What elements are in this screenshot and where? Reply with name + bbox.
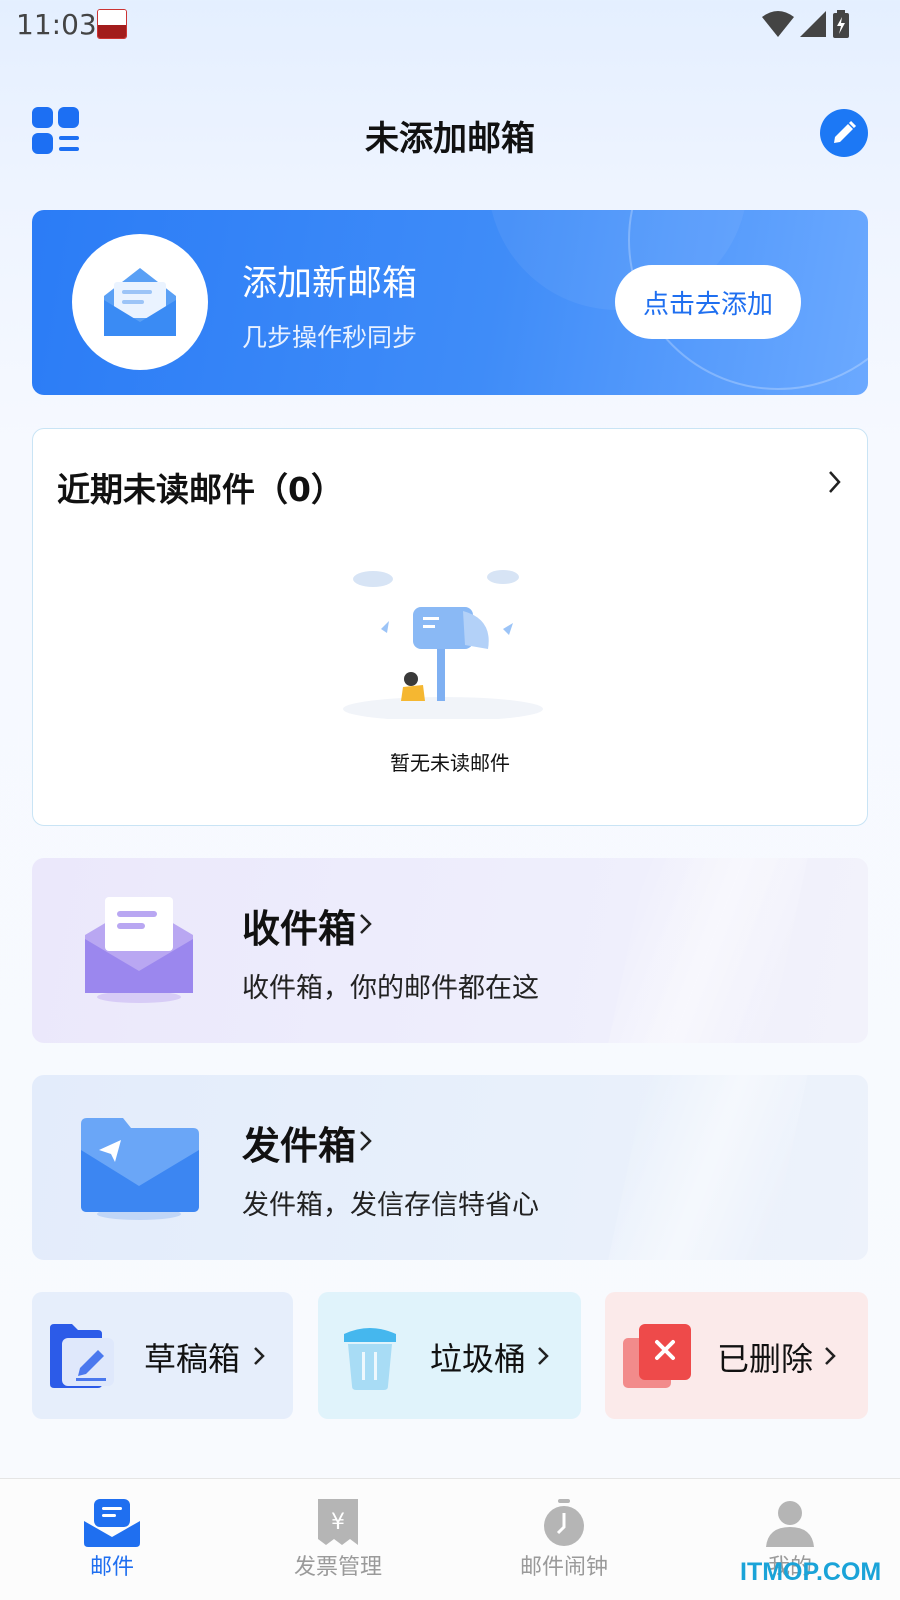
deleted-icon [623,1324,691,1388]
outbox-title: 发件箱 [242,1124,357,1168]
inbox-card[interactable]: 收件箱 收件箱，你的邮件都在这 [32,858,868,1043]
drafts-label: 草稿箱 [144,1340,241,1378]
add-mailbox-banner[interactable]: 添加新邮箱 几步操作秒同步 点击去添加 [32,210,868,395]
chevron-right-icon[interactable] [825,469,845,495]
drafts-card[interactable]: 草稿箱 [32,1292,293,1419]
pencil-icon [834,120,857,143]
battery-icon [833,10,849,38]
user-icon [766,1501,814,1547]
trash-card[interactable]: 垃圾桶 [318,1292,581,1419]
recent-unread-card[interactable]: 近期未读邮件（0） 暂无未读邮件 [32,428,868,826]
unread-title: 近期未读邮件（0） [57,470,344,509]
inbox-title: 收件箱 [242,907,357,951]
banner-title: 添加新邮箱 [242,264,418,304]
trash-can-icon [344,1328,396,1390]
mail-icon [84,1499,140,1547]
tab-mail-alarm[interactable]: 邮件闹钟 [494,1479,634,1600]
signal-icon [800,11,826,37]
wifi-icon [762,11,794,37]
header: 未添加邮箱 [0,95,900,175]
compose-button[interactable] [820,109,868,157]
inbox-subtitle: 收件箱，你的邮件都在这 [242,973,539,1004]
watermark: ITMOP.COM [740,1558,882,1586]
tab-label-mail: 邮件 [89,1555,134,1580]
banner-subtitle: 几步操作秒同步 [242,323,418,352]
outbox-subtitle: 发件箱，发信存信特省心 [242,1190,539,1221]
empty-state-text: 暂无未读邮件 [390,751,510,775]
chevron-right-icon [360,914,372,934]
drafts-folder-icon [50,1324,114,1388]
trash-label: 垃圾桶 [430,1340,527,1378]
chevron-right-icon [360,1131,372,1151]
clock-icon [544,1499,584,1546]
envelope-icon [104,268,176,336]
empty-mailbox-illustration [343,570,543,719]
page-title: 未添加邮箱 [365,119,535,159]
chevron-right-icon [538,1347,549,1365]
chevron-right-icon [825,1347,836,1365]
deleted-label: 已删除 [717,1340,814,1378]
deleted-card[interactable]: 已删除 [605,1292,868,1419]
invoice-icon: ¥ [318,1499,358,1545]
status-bar: 11:03 [0,0,900,52]
add-mailbox-button[interactable]: 点击去添加 [615,265,801,339]
mailbox-avatar [72,234,208,370]
outbox-card[interactable]: 发件箱 发件箱，发信存信特省心 [32,1075,868,1260]
chevron-right-icon [254,1347,265,1365]
tab-mail[interactable]: 邮件 [42,1479,182,1600]
tab-invoice[interactable]: ¥ 发票管理 [268,1479,408,1600]
svg-text:¥: ¥ [331,1510,345,1535]
notification-app-icon [97,9,127,39]
inbox-icon [85,897,193,1003]
tab-label-invoice: 发票管理 [293,1555,382,1580]
outbox-icon [81,1118,199,1220]
status-time: 11:03 [16,8,97,41]
status-icons [762,10,850,38]
tab-label-alarm: 邮件闹钟 [519,1555,608,1580]
